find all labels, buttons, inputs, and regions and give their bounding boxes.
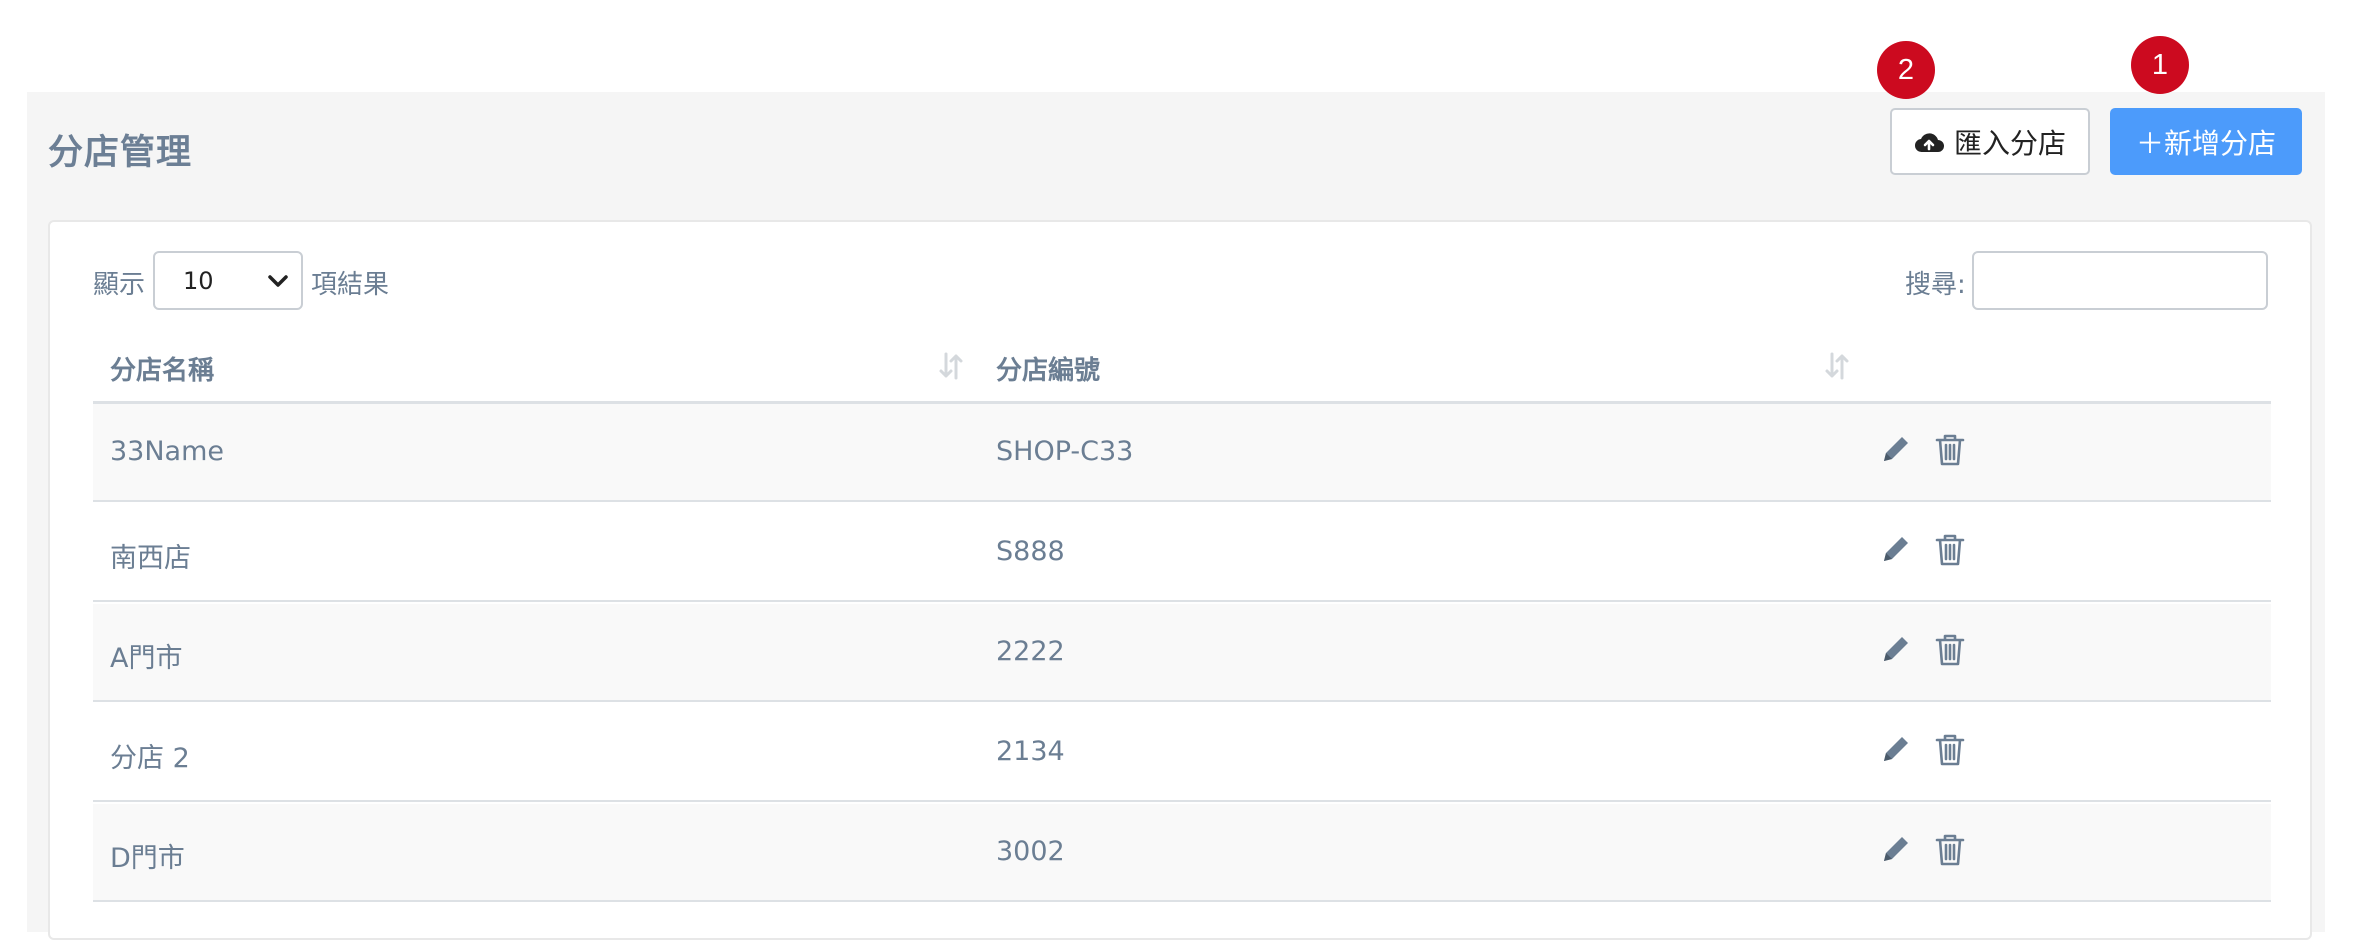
- import-branches-button[interactable]: 匯入分店: [1890, 108, 2090, 175]
- trash-icon[interactable]: [1933, 532, 1967, 568]
- table-row: 分店 2 2134: [93, 704, 2271, 802]
- trash-icon[interactable]: [1933, 632, 1967, 668]
- branch-code-cell: 2134: [996, 736, 1065, 767]
- branch-name-cell: 33Name: [110, 436, 225, 467]
- table-row: D門市 3002: [93, 804, 2271, 902]
- branch-name-cell: 分店 2: [110, 743, 190, 774]
- sort-icon[interactable]: [937, 350, 965, 382]
- annotation-marker-2: 2: [1877, 41, 1935, 99]
- import-branches-label: 匯入分店: [1953, 126, 2066, 160]
- pencil-icon[interactable]: [1879, 532, 1913, 568]
- page-size-select[interactable]: 10: [153, 251, 303, 310]
- trash-icon[interactable]: [1933, 432, 1967, 468]
- search-label: 搜尋:: [1905, 270, 1966, 300]
- pencil-icon[interactable]: [1879, 632, 1913, 668]
- column-header-branch-code[interactable]: 分店編號: [996, 350, 1100, 387]
- branch-code-cell: SHOP-C33: [996, 436, 1134, 467]
- sort-icon[interactable]: [1823, 350, 1851, 382]
- pencil-icon[interactable]: [1879, 432, 1913, 468]
- branch-name-cell: D門市: [110, 843, 185, 874]
- pencil-icon[interactable]: [1879, 832, 1913, 868]
- branch-name-cell: 南西店: [110, 543, 191, 574]
- page-size-value: 10: [183, 266, 214, 295]
- search-input[interactable]: [1972, 251, 2268, 310]
- table-row: 南西店 S888: [93, 504, 2271, 602]
- show-entries-suffix: 項結果: [311, 270, 390, 300]
- branch-code-cell: S888: [996, 536, 1065, 567]
- column-header-branch-name[interactable]: 分店名稱: [110, 350, 214, 387]
- pencil-icon[interactable]: [1879, 732, 1913, 768]
- show-entries-prefix: 顯示: [93, 270, 146, 300]
- branch-name-cell: A門市: [110, 643, 183, 674]
- cloud-upload-icon: [1914, 132, 1944, 152]
- table-row: 33Name SHOP-C33: [93, 404, 2271, 502]
- add-branch-label: ＋新增分店: [2135, 126, 2276, 160]
- branch-code-cell: 3002: [996, 836, 1065, 867]
- trash-icon[interactable]: [1933, 832, 1967, 868]
- trash-icon[interactable]: [1933, 732, 1967, 768]
- table-row: A門市 2222: [93, 604, 2271, 702]
- branch-code-cell: 2222: [996, 636, 1065, 667]
- annotation-marker-1: 1: [2131, 36, 2189, 94]
- add-branch-button[interactable]: ＋新增分店: [2110, 108, 2302, 175]
- chevron-down-icon: [268, 275, 288, 287]
- page-title: 分店管理: [48, 133, 193, 173]
